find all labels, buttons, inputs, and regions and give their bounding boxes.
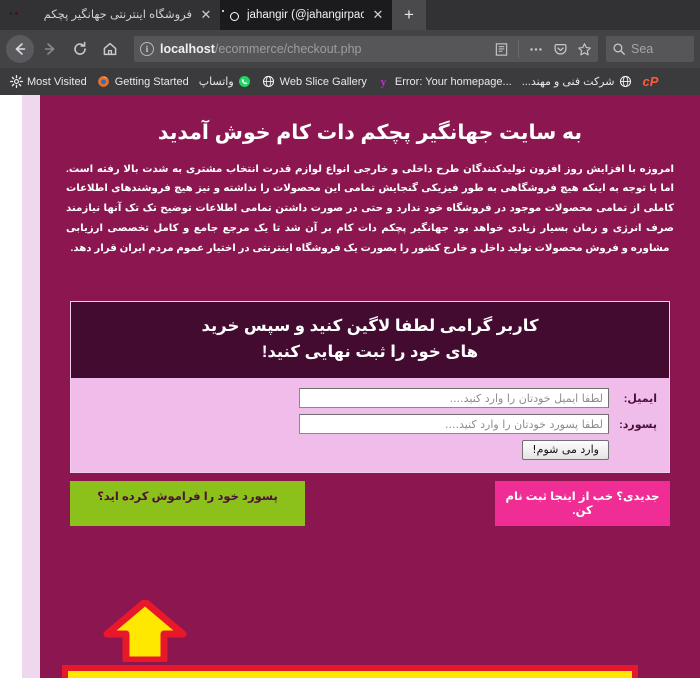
address-bar-icons bbox=[494, 40, 592, 58]
browser-chrome: فروشگاه اینترنتی جهانگیر پچکم ✕ jahangir… bbox=[0, 0, 700, 95]
page-viewport: به سایت جهانگیر پچکم دات کام خوش آمدید ا… bbox=[0, 95, 700, 678]
tab-shop[interactable]: فروشگاه اینترنتی جهانگیر پچکم ✕ bbox=[0, 0, 220, 30]
login-notice-line-2: های خود را ثبت نهایی کنید! bbox=[261, 342, 479, 361]
browser-window: فروشگاه اینترنتی جهانگیر پچکم ✕ jahangir… bbox=[0, 0, 700, 678]
instagram-favicon bbox=[226, 8, 241, 23]
tab-instagram[interactable]: jahangir (@jahangirpachkam) • In ✕ bbox=[220, 0, 392, 30]
bookmark-label: شرکت فنی و مهند... bbox=[521, 75, 615, 88]
cpanel-icon: cP bbox=[642, 73, 659, 89]
tab-title: jahangir (@jahangirpachkam) • In bbox=[247, 9, 364, 21]
toolbar-divider bbox=[518, 40, 519, 58]
bookmark-label: Web Slice Gallery bbox=[279, 75, 367, 88]
page-content: به سایت جهانگیر پچکم دات کام خوش آمدید ا… bbox=[40, 95, 700, 678]
bookmark-error-homepage[interactable]: y Error: Your homepage... bbox=[372, 71, 517, 93]
tab-strip: فروشگاه اینترنتی جهانگیر پچکم ✕ jahangir… bbox=[0, 0, 700, 30]
gear-icon bbox=[9, 75, 23, 89]
reader-view-icon[interactable] bbox=[494, 42, 509, 57]
register-button[interactable]: جدیدی؟ خب از اینجا ثبت نام کن. bbox=[495, 481, 670, 527]
globe-icon bbox=[262, 75, 276, 89]
navigation-toolbar: i localhost/ecommerce/checkout.php Sea bbox=[0, 30, 700, 68]
yahoo-icon: y bbox=[377, 75, 391, 89]
password-row: پسورد: bbox=[83, 414, 657, 435]
pocket-icon[interactable] bbox=[553, 42, 568, 57]
bookmark-getting-started[interactable]: Getting Started bbox=[92, 71, 194, 93]
login-submit-button[interactable]: وارد می شوم! bbox=[522, 440, 609, 461]
page-left-band bbox=[22, 95, 40, 678]
bookmark-cpanel[interactable]: cP bbox=[637, 71, 663, 93]
close-icon[interactable]: ✕ bbox=[198, 7, 214, 23]
search-icon bbox=[612, 42, 626, 56]
home-button[interactable] bbox=[96, 35, 124, 63]
whatsapp-icon bbox=[238, 75, 252, 89]
email-row: ایمیل: bbox=[83, 388, 657, 409]
page-title: به سایت جهانگیر پچکم دات کام خوش آمدید bbox=[157, 121, 583, 144]
intro-paragraph: امروزه با افزایش روز افزون تولیدکنندگان … bbox=[66, 163, 674, 255]
url-host: localhost bbox=[160, 42, 215, 56]
site-info-icon[interactable]: i bbox=[140, 42, 154, 56]
address-bar[interactable]: i localhost/ecommerce/checkout.php bbox=[134, 36, 598, 62]
bookmark-most-visited[interactable]: Most Visited bbox=[4, 71, 92, 93]
bookmark-label: Error: Your homepage... bbox=[394, 75, 512, 88]
bookmark-whatsapp[interactable]: واتساپ bbox=[194, 71, 257, 93]
submit-row: وارد می شوم! bbox=[83, 440, 657, 461]
password-label: پسورد: bbox=[619, 418, 657, 431]
forgot-password-button[interactable]: پسورد خود را فراموش کرده اید؟ bbox=[70, 481, 305, 527]
login-notice: کاربر گرامی لطفا لاگین کنید و سپس خرید ه… bbox=[71, 302, 669, 379]
page-actions-icon[interactable] bbox=[528, 42, 544, 57]
site-favicon bbox=[6, 8, 21, 23]
forward-button[interactable] bbox=[36, 35, 64, 63]
tab-title: فروشگاه اینترنتی جهانگیر پچکم bbox=[43, 9, 192, 21]
url-text: localhost/ecommerce/checkout.php bbox=[160, 42, 488, 56]
bookmark-web-slice-gallery[interactable]: Web Slice Gallery bbox=[257, 71, 372, 93]
back-button[interactable] bbox=[6, 35, 34, 63]
login-panel: کاربر گرامی لطفا لاگین کنید و سپس خرید ه… bbox=[70, 301, 670, 474]
annotation-callout: وقتی کاربر رمز عبور خود را فراموش کرده ب… bbox=[62, 665, 638, 678]
bookmark-star-icon[interactable] bbox=[577, 42, 592, 57]
login-form: ایمیل: پسورد: وارد می شوم! bbox=[71, 378, 669, 473]
search-bar[interactable]: Sea bbox=[606, 36, 694, 62]
bookmark-engineering-company[interactable]: شرکت فنی و مهند... bbox=[517, 71, 638, 93]
firefox-icon bbox=[97, 75, 111, 89]
search-input[interactable]: Sea bbox=[631, 42, 653, 56]
globe-icon bbox=[618, 75, 632, 89]
password-input[interactable] bbox=[299, 414, 609, 435]
close-icon[interactable]: ✕ bbox=[370, 7, 386, 23]
email-input[interactable] bbox=[299, 388, 609, 409]
bookmark-label: Getting Started bbox=[114, 75, 189, 88]
login-actions: پسورد خود را فراموش کرده اید؟ جدیدی؟ خب … bbox=[70, 481, 670, 527]
up-arrow-annotation bbox=[100, 600, 190, 662]
svg-text:y: y bbox=[381, 77, 387, 88]
bookmark-label: واتساپ bbox=[198, 75, 234, 88]
bookmarks-toolbar: Most Visited Getting Started واتساپ Web … bbox=[0, 68, 700, 95]
reload-button[interactable] bbox=[66, 35, 94, 63]
email-label: ایمیل: bbox=[623, 392, 657, 405]
new-tab-button[interactable]: + bbox=[392, 0, 426, 30]
login-notice-line-1: کاربر گرامی لطفا لاگین کنید و سپس خرید bbox=[201, 317, 539, 336]
bookmark-label: Most Visited bbox=[27, 75, 87, 88]
url-path: /ecommerce/checkout.php bbox=[214, 42, 362, 56]
tab-strip-empty-area bbox=[426, 0, 700, 30]
